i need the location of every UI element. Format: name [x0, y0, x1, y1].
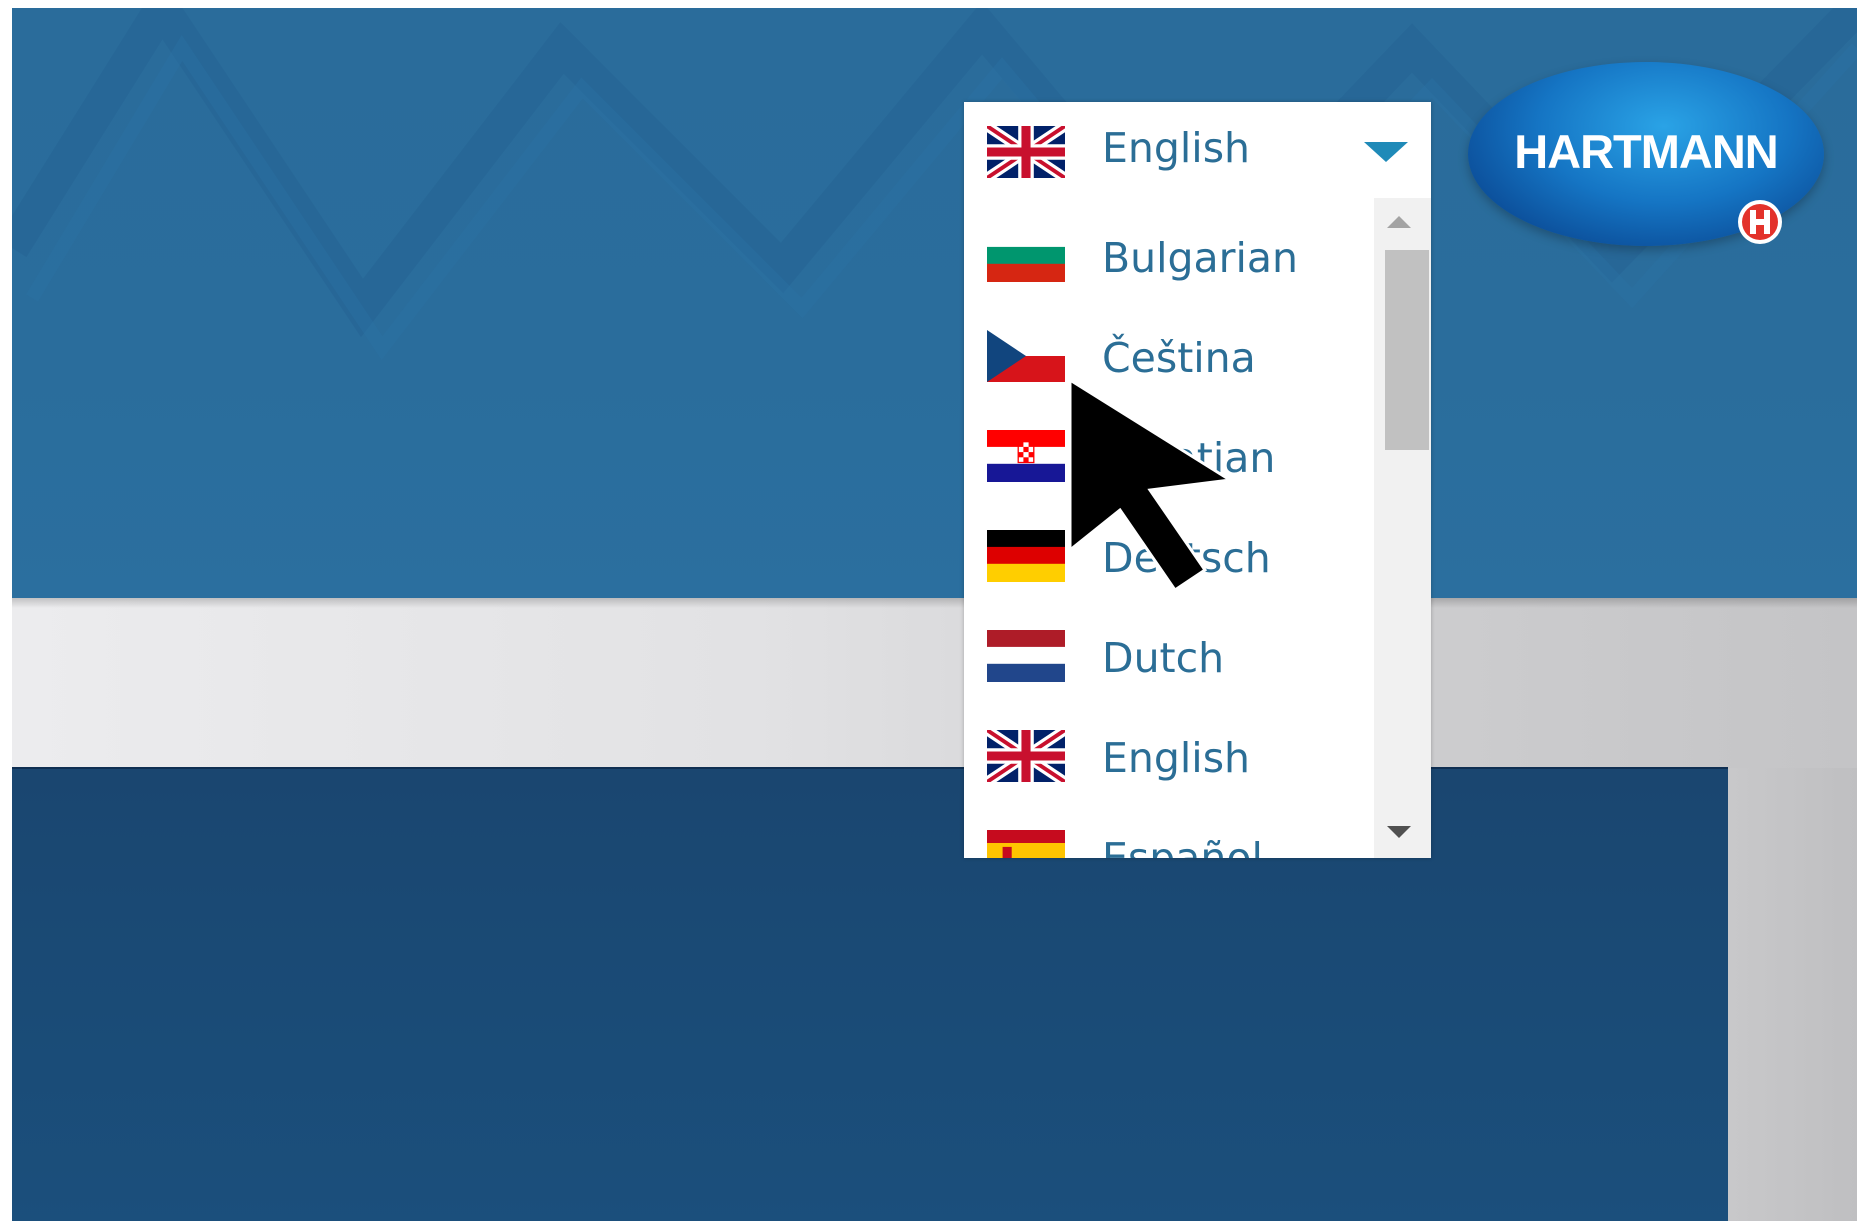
uk-flag-icon [987, 126, 1065, 178]
language-option-label: Čeština [1102, 334, 1256, 382]
grey-side-band [1728, 768, 1857, 1221]
hartmann-cross-icon [1738, 200, 1782, 244]
language-option-deutsch[interactable]: Deutsch [964, 504, 1374, 604]
language-option-label: Deutsch [1102, 534, 1271, 582]
selected-language-label: English [1102, 124, 1251, 172]
language-option-croatian[interactable]: Croatian [964, 404, 1374, 504]
spain-flag-icon [987, 830, 1065, 858]
language-select-current[interactable]: English [964, 102, 1431, 198]
bulgaria-flag-icon [987, 230, 1065, 282]
germany-flag-icon [987, 530, 1065, 582]
content-panel [12, 767, 1728, 1221]
language-option-cestina[interactable]: Čeština [964, 304, 1374, 404]
dropdown-scrollbar[interactable] [1374, 198, 1431, 858]
language-option-label: Español [1102, 834, 1263, 858]
uk-flag-icon [987, 730, 1065, 782]
scrollbar-thumb[interactable] [1385, 250, 1429, 450]
language-dropdown[interactable]: English Bulgarian Čeština Croatian Deuts… [964, 102, 1431, 858]
caret-down-icon[interactable] [1364, 142, 1408, 162]
scroll-down-arrow-icon[interactable] [1387, 826, 1411, 838]
language-option-label: Dutch [1102, 634, 1225, 682]
language-option-dutch[interactable]: Dutch [964, 604, 1374, 704]
language-option-english[interactable]: English [964, 704, 1374, 804]
croatia-flag-icon [987, 430, 1065, 482]
netherlands-flag-icon [987, 630, 1065, 682]
czech-flag-icon [987, 330, 1065, 382]
logo-brand-text: HARTMANN [1514, 125, 1779, 178]
language-option-espanol[interactable]: Español [964, 804, 1374, 858]
grey-band [12, 598, 1857, 768]
language-option-label: Bulgarian [1102, 234, 1299, 282]
language-option-label: Croatian [1102, 434, 1276, 482]
scroll-up-arrow-icon[interactable] [1387, 216, 1411, 228]
language-option-label: English [1102, 734, 1251, 782]
language-option-bulgarian[interactable]: Bulgarian [964, 204, 1374, 304]
hartmann-logo[interactable]: HARTMANN [1468, 62, 1824, 246]
screen: HARTMANN English Bulgarian Čeština Croat… [0, 0, 1857, 1221]
language-options-list[interactable]: Bulgarian Čeština Croatian Deutsch Dutch… [964, 198, 1374, 858]
